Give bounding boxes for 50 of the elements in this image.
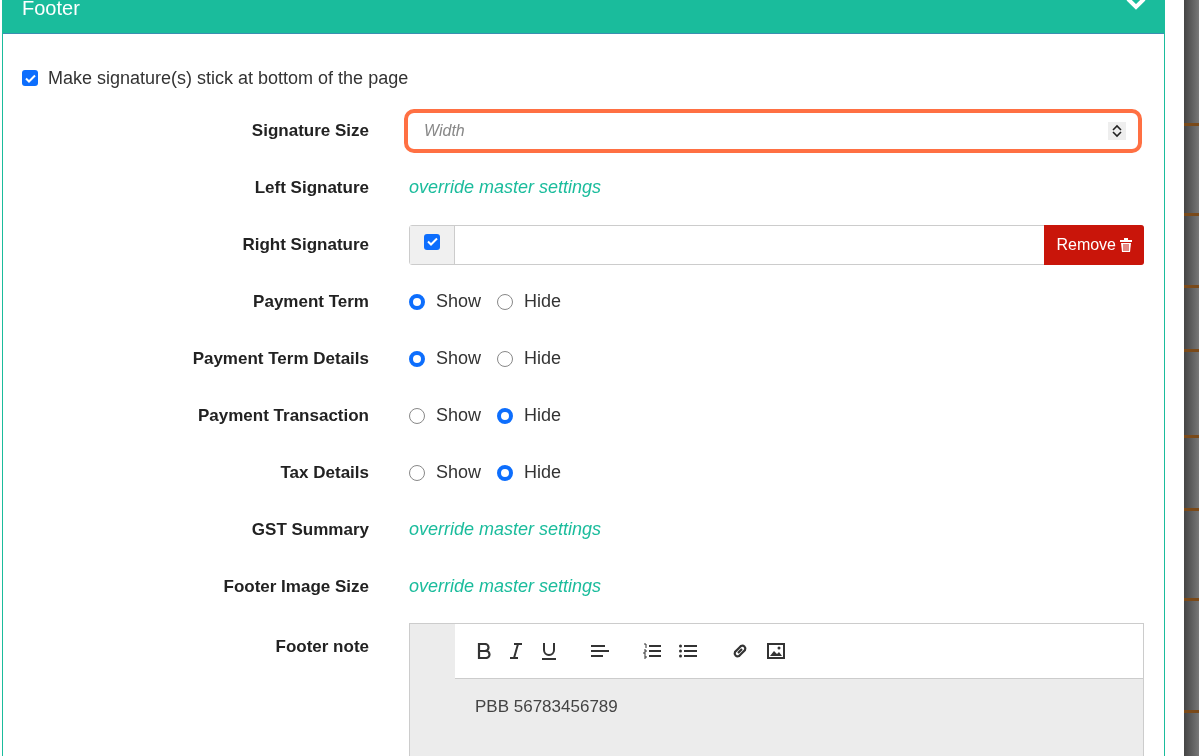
radio-label: Show bbox=[436, 462, 482, 483]
radio-label: Hide bbox=[524, 348, 562, 369]
field-label: Left Signature bbox=[254, 177, 369, 198]
radio-label: Hide bbox=[524, 462, 562, 483]
rich-text-editor[interactable]: PBB 56783456789 bbox=[409, 623, 1144, 756]
override-link[interactable]: override master settings bbox=[409, 576, 602, 596]
bulleted-list-icon[interactable] bbox=[679, 644, 697, 658]
remove-button[interactable]: Remove bbox=[1044, 224, 1144, 265]
radio-button[interactable] bbox=[409, 464, 425, 481]
radio-label: Show bbox=[436, 348, 482, 369]
bold-icon[interactable] bbox=[477, 643, 491, 659]
trash-icon bbox=[1120, 237, 1132, 252]
field-label: Footer Image Size bbox=[223, 576, 369, 597]
field-label: Footer note bbox=[275, 637, 369, 657]
radio-button[interactable] bbox=[409, 293, 425, 310]
radio-button[interactable] bbox=[497, 350, 514, 367]
spinner-icon[interactable] bbox=[1108, 121, 1126, 140]
link-icon[interactable] bbox=[731, 642, 749, 660]
underline-icon[interactable] bbox=[541, 642, 557, 660]
chevron-down-icon[interactable] bbox=[1126, 0, 1146, 10]
checkbox[interactable] bbox=[22, 70, 38, 86]
panel-header[interactable]: Footer bbox=[3, 0, 1164, 34]
radio-label: Hide bbox=[524, 405, 562, 426]
radio-label: Hide bbox=[524, 291, 562, 312]
radio-button[interactable] bbox=[497, 293, 514, 310]
align-left-icon[interactable] bbox=[591, 644, 609, 658]
panel-title: Footer bbox=[22, 0, 80, 18]
radio-button[interactable] bbox=[497, 407, 514, 424]
number-field[interactable]: Width bbox=[404, 108, 1142, 153]
override-link[interactable]: override master settings bbox=[409, 519, 602, 539]
field-label: Right Signature bbox=[242, 234, 369, 255]
checkbox[interactable] bbox=[424, 233, 440, 250]
italic-icon[interactable] bbox=[509, 643, 523, 659]
radio-label: Show bbox=[436, 405, 482, 426]
radio-label: Show bbox=[436, 291, 482, 312]
field-label: Signature Size bbox=[251, 120, 369, 141]
field-label: Payment Term Details bbox=[192, 348, 369, 369]
field-label: GST Summary bbox=[251, 519, 369, 540]
image-icon[interactable] bbox=[767, 643, 785, 659]
radio-button[interactable] bbox=[497, 464, 514, 481]
override-link[interactable]: override master settings bbox=[409, 177, 602, 197]
numbered-list-icon[interactable] bbox=[643, 643, 661, 659]
note-text: PBB 56783456789 bbox=[475, 697, 618, 716]
field-label: Tax Details bbox=[280, 462, 369, 483]
checkbox-label: Make signature(s) stick at bottom of the page bbox=[48, 67, 409, 89]
field-label: Payment Term bbox=[253, 291, 369, 312]
radio-button[interactable] bbox=[409, 350, 425, 367]
signature-field[interactable]: Remove bbox=[409, 224, 1144, 265]
radio-button[interactable] bbox=[409, 407, 425, 424]
field-label: Payment Transaction bbox=[198, 405, 369, 426]
